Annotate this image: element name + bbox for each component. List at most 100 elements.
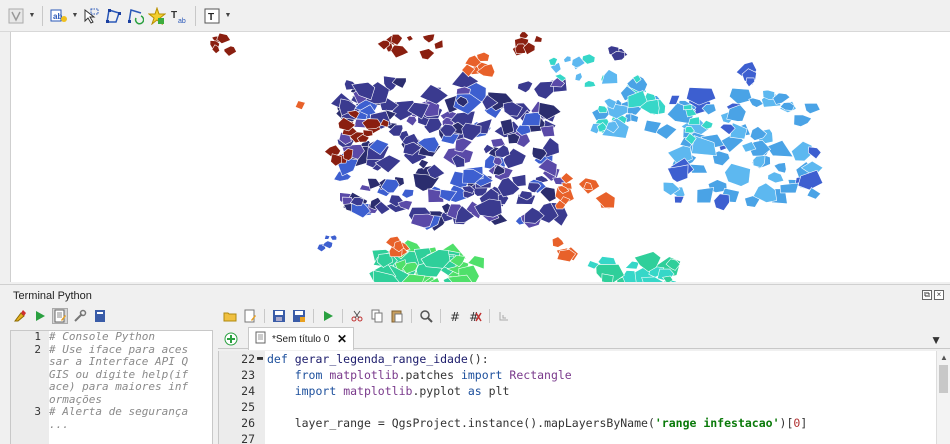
text-annotation-icon[interactable]: T xyxy=(202,5,222,27)
map-area xyxy=(0,32,950,284)
tab-list-icon[interactable]: ▼ xyxy=(930,333,942,347)
map-parcel xyxy=(601,69,618,85)
svg-text:ab: ab xyxy=(53,12,62,21)
save-as-icon[interactable] xyxy=(291,308,307,324)
map-canvas[interactable] xyxy=(10,32,950,282)
map-parcel xyxy=(454,137,473,153)
map-parcel xyxy=(574,72,583,82)
options-icon[interactable] xyxy=(72,308,88,324)
toolbar-separator xyxy=(42,5,43,26)
line-number: 2 xyxy=(34,342,41,356)
save-icon[interactable] xyxy=(271,308,287,324)
close-tab-icon[interactable]: ✕ xyxy=(337,332,347,346)
line-number: 26 xyxy=(241,416,255,430)
map-parcel xyxy=(767,171,785,184)
map-parcel xyxy=(405,115,418,127)
run-command-icon[interactable] xyxy=(32,308,48,324)
node-tool-icon[interactable] xyxy=(103,5,123,27)
map-parcel xyxy=(421,33,436,44)
help-icon[interactable] xyxy=(92,308,108,324)
map-parcel xyxy=(803,102,821,115)
svg-text:#: # xyxy=(450,310,460,323)
map-parcel xyxy=(533,81,554,100)
python-panel: Terminal Python ⧉ × # # 1 # Console Pyth… xyxy=(0,284,950,444)
toolbar-separator xyxy=(440,309,441,323)
python-console[interactable]: 1 # Console Python 2 # Use iface para aces s… xyxy=(10,330,213,444)
float-panel-icon[interactable]: ⧉ xyxy=(922,290,932,300)
code-editor[interactable]: 22 ▬ def gerar_legenda_range_idade(): 23 fr… xyxy=(218,351,950,444)
line-number: 25 xyxy=(241,400,255,414)
map-parcel xyxy=(329,234,338,241)
code-text: from matplotlib.patches import Rectangle xyxy=(294,368,572,382)
object-inspector-icon[interactable] xyxy=(496,308,512,324)
map-parcel xyxy=(223,45,237,57)
move-label-icon[interactable] xyxy=(81,5,101,27)
toolbar-separator xyxy=(264,309,265,323)
code-line: 23 from matplotlib.patches import Rectan… xyxy=(219,367,950,383)
pin-label-icon[interactable] xyxy=(147,5,167,27)
clear-console-icon[interactable] xyxy=(12,308,28,324)
console-line: 3 # Alerta de segurança xyxy=(11,405,212,419)
run-script-icon[interactable] xyxy=(320,308,336,324)
show-editor-icon[interactable] xyxy=(52,308,68,324)
code-line: 25 xyxy=(219,399,950,415)
map-parcel xyxy=(793,114,813,127)
uncomment-icon[interactable]: # xyxy=(467,308,483,324)
console-toolbar xyxy=(12,307,108,325)
add-tab-icon[interactable] xyxy=(224,332,238,346)
map-parcel xyxy=(773,162,787,174)
console-line: ... xyxy=(11,418,212,432)
open-file-icon[interactable] xyxy=(222,308,238,324)
toolbar-separator xyxy=(313,309,314,323)
toolbar-separator xyxy=(489,309,490,323)
editor-tabbar: *Sem título 0 ✕ ▼ xyxy=(218,327,950,350)
tab-sem-titulo-0[interactable]: *Sem título 0 ✕ xyxy=(248,327,354,350)
map-parcel xyxy=(683,104,693,111)
scroll-thumb[interactable] xyxy=(939,365,948,393)
chevron-down-icon[interactable]: ▼ xyxy=(224,5,232,27)
open-in-editor-icon[interactable] xyxy=(242,308,258,324)
map-parcel xyxy=(551,236,565,248)
map-parcel xyxy=(367,177,382,190)
fold-marker-icon[interactable]: ▬ xyxy=(257,351,263,367)
label-icon[interactable]: ab xyxy=(49,5,69,27)
map-parcel xyxy=(748,97,764,108)
scroll-up-icon[interactable]: ▲ xyxy=(940,353,948,362)
console-text: ace) para maiores inf xyxy=(49,380,189,393)
code-line: 26 layer_range = QgsProject.instance().m… xyxy=(219,415,950,431)
map-parcel xyxy=(779,182,800,194)
line-number: 3 xyxy=(34,405,41,418)
paste-icon[interactable] xyxy=(389,308,405,324)
label-toolbar: ▼ ab ▼ Tab T ▼ xyxy=(0,0,950,32)
map-parcel xyxy=(418,48,436,61)
console-text: sar a Interface API Q xyxy=(49,355,189,368)
map-parcel xyxy=(461,122,482,141)
code-line: 24 import matplotlib.pyplot as plt xyxy=(219,383,950,399)
qgis-window: ▼ ab ▼ Tab T ▼ Terminal Python ⧉ × # # 1… xyxy=(0,0,950,444)
console-text: # Alerta de segurança xyxy=(49,405,189,418)
change-label-icon[interactable]: Tab xyxy=(169,5,189,27)
svg-text:T: T xyxy=(171,10,177,21)
map-parcel xyxy=(563,55,572,63)
chevron-down-icon[interactable]: ▼ xyxy=(28,5,36,27)
rotate-label-icon[interactable] xyxy=(125,5,145,27)
line-number: 1 xyxy=(34,330,41,343)
map-parcel xyxy=(807,146,822,160)
cut-icon[interactable] xyxy=(349,308,365,324)
chevron-down-icon[interactable]: ▼ xyxy=(71,5,79,27)
map-parcel xyxy=(533,35,543,43)
close-panel-icon[interactable]: × xyxy=(934,290,944,300)
console-text: # Console Python xyxy=(49,330,155,343)
comment-icon[interactable]: # xyxy=(447,308,463,324)
map-parcel xyxy=(539,125,556,138)
script-file-icon xyxy=(255,331,267,347)
select-features-icon[interactable] xyxy=(6,5,26,27)
map-parcel xyxy=(294,100,306,110)
line-number: 27 xyxy=(241,432,255,444)
copy-icon[interactable] xyxy=(369,308,385,324)
editor-scrollbar[interactable]: ▲ xyxy=(936,351,950,444)
map-parcel xyxy=(406,35,414,42)
code-text: layer_range = QgsProject.instance().mapL… xyxy=(294,416,808,430)
line-number: 23 xyxy=(241,368,255,382)
find-icon[interactable] xyxy=(418,308,434,324)
